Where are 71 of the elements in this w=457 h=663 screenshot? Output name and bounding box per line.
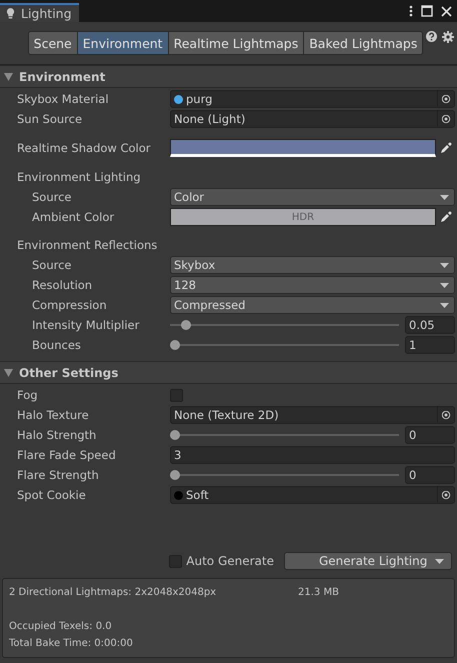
slider-thumb[interactable] [180,320,191,330]
field-label: Source [32,190,72,204]
tab[interactable]: Baked Lightmaps [304,32,422,54]
field-label: Intensity Multiplier [32,318,140,332]
object-picker-icon[interactable] [437,90,455,108]
field-label: Ambient Color [32,210,116,224]
object-picker-icon[interactable] [437,110,455,128]
section-title: Environment [19,70,106,84]
field-label: Bounces [32,338,82,352]
field-label: Flare Fade Speed [17,448,117,462]
field-label: Realtime Shadow Color [17,141,152,155]
color-field[interactable] [170,139,436,157]
info-text: Occupied Texels: 0.0 [9,621,112,632]
close-icon[interactable] [441,6,452,16]
slider-thumb[interactable] [170,470,180,480]
number-field[interactable]: 0 [405,426,455,444]
field-label: Skybox Material [17,92,110,106]
more-icon[interactable] [409,5,413,17]
maximize-icon[interactable] [421,5,433,17]
object-picker-icon[interactable] [437,486,455,504]
window-tab[interactable]: Lighting [0,3,79,22]
object-field[interactable]: None (Texture 2D) [170,406,437,424]
object-field[interactable]: None (Light) [170,110,437,128]
dropdown[interactable]: Compressed [170,296,455,314]
field-label: Sun Source [17,112,84,126]
info-text: Total Bake Time: 0:00:00 [9,638,133,649]
group-label: Environment Reflections [17,238,158,252]
caret-icon [440,262,449,268]
settings-icon[interactable] [442,31,454,43]
eyedropper-icon[interactable] [440,211,452,223]
field-label: Source [32,258,72,272]
field-label: Spot Cookie [17,488,87,502]
help-icon[interactable] [426,31,437,42]
field-label: Flare Strength [17,468,100,482]
object-picker-icon[interactable] [437,406,455,424]
field-label: Halo Strength [17,428,98,442]
number-field[interactable]: 0 [405,466,455,484]
object-field[interactable]: Soft [170,486,437,504]
field-label: Compression [32,298,108,312]
section-title: Other Settings [19,366,118,380]
generate-lighting-button[interactable]: Generate Lighting [284,552,452,570]
section-header[interactable]: Other Settings [0,361,457,384]
field-label: Fog [17,388,39,402]
caret-icon [435,558,444,564]
tab[interactable]: Realtime Lightmaps [168,32,304,54]
dropdown[interactable]: Color [170,188,455,206]
checkbox-label: Auto Generate [186,554,274,568]
tab[interactable]: Scene [28,32,78,54]
number-field[interactable]: 0.05 [405,316,455,334]
field-label: Resolution [32,278,94,292]
tab[interactable]: Environment [78,32,169,54]
foldout-icon [4,72,13,80]
caret-icon [440,194,449,200]
info-text: 21.3 MB [298,587,339,598]
section-header[interactable]: Environment [0,65,457,88]
number-field[interactable]: 1 [405,336,455,354]
slider-thumb[interactable] [170,430,180,440]
lightbulb-icon [6,8,15,19]
field-label: Halo Texture [17,408,90,422]
window-title: Lighting [21,6,72,21]
dropdown[interactable]: Skybox [170,256,455,274]
dropdown[interactable]: 128 [170,276,455,294]
slider-thumb[interactable] [170,340,180,350]
input-field[interactable]: 3 [170,446,455,464]
foldout-icon [4,368,13,376]
group-label: Environment Lighting [17,170,142,184]
caret-icon [440,302,449,308]
caret-icon [440,282,449,288]
eyedropper-icon[interactable] [440,142,452,154]
info-text: 2 Directional Lightmaps: 2x2048x2048px [9,587,218,598]
object-field[interactable]: purg [170,90,437,108]
